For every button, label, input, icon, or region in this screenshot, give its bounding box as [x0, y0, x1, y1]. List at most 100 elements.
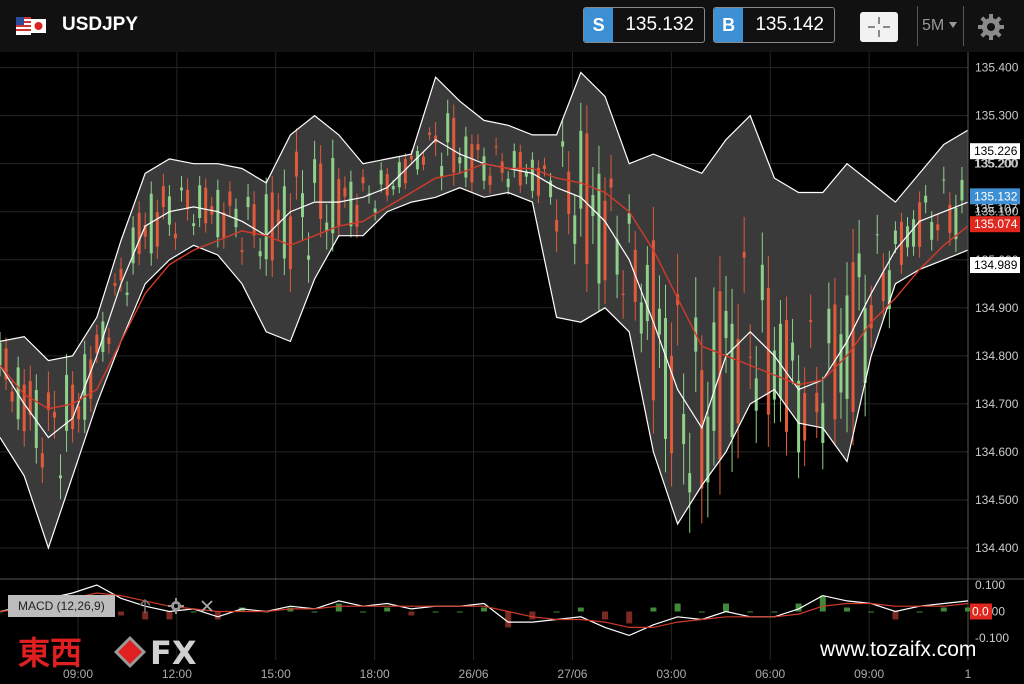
candle-body	[52, 411, 56, 418]
candle-body	[657, 308, 661, 335]
candle-body	[331, 157, 335, 234]
sell-tag: S	[584, 8, 614, 42]
candle-body	[107, 337, 111, 345]
candle-body	[778, 323, 782, 399]
candle-body	[682, 413, 686, 445]
candle-body	[343, 187, 347, 197]
timeframe-select[interactable]: 5M	[922, 17, 944, 35]
macd-histogram-bar	[868, 611, 875, 613]
candle-body	[288, 216, 292, 270]
gear-icon[interactable]	[977, 13, 1005, 41]
macd-histogram-bar	[481, 607, 487, 612]
candle-body	[95, 334, 99, 354]
sell-button[interactable]: S 135.132	[583, 7, 705, 43]
crosshair-button[interactable]	[860, 12, 898, 42]
candle-body	[736, 339, 740, 424]
macd-indicator-label[interactable]: MACD (12,26,9)	[8, 595, 115, 617]
candle-body	[512, 151, 516, 170]
price-tag: 135.200	[974, 157, 1018, 171]
time-tick-label: 06:00	[755, 667, 785, 681]
macd-value-tag: 0.0	[972, 605, 989, 619]
candle-body	[222, 212, 226, 239]
candle-body	[349, 181, 353, 227]
candle-body	[155, 212, 159, 247]
ma-value-tag: 135.074	[974, 217, 1018, 231]
time-tick-label: 27/06	[557, 667, 587, 681]
macd-histogram-bar	[408, 611, 415, 616]
candle-body	[391, 186, 395, 190]
candle-body	[869, 305, 873, 329]
candle-body	[252, 204, 256, 236]
candle-body	[71, 384, 75, 430]
symbol-title[interactable]: USDJPY	[62, 14, 138, 36]
close-icon[interactable]	[199, 598, 215, 614]
chevron-down-icon	[949, 22, 957, 28]
candle-body	[22, 384, 26, 432]
candle-body	[301, 193, 304, 218]
us-jp-flag-icon	[16, 17, 46, 35]
candle-body	[282, 186, 286, 259]
time-tick-label: 26/06	[459, 667, 489, 681]
price-tick-label: 134.900	[975, 301, 1019, 315]
macd-tick-label: -0.100	[975, 631, 1009, 645]
macd-histogram-bar	[529, 611, 536, 620]
macd-histogram-bar	[723, 603, 729, 612]
candle-body	[192, 223, 196, 227]
candle-body	[119, 268, 123, 281]
candle-body	[591, 195, 595, 216]
candle-body	[361, 177, 365, 184]
macd-histogram-bar	[384, 607, 391, 612]
candle-body	[881, 272, 885, 302]
macd-histogram-bar	[335, 603, 342, 612]
macd-axis: 0.1000.000-0.1000.0	[970, 578, 1009, 645]
candle-body	[186, 189, 190, 210]
price-tick-label: 135.400	[975, 61, 1019, 75]
buy-button[interactable]: B 135.142	[713, 7, 835, 43]
candle-body	[258, 251, 262, 257]
candle-body	[561, 141, 565, 147]
candle-body	[452, 118, 456, 173]
candle-body	[458, 157, 462, 164]
candle-body	[428, 132, 432, 135]
macd-histogram-bar	[844, 607, 850, 612]
candle-body	[373, 208, 377, 213]
candle-body	[627, 213, 631, 224]
price-tick-label: 135.300	[975, 109, 1019, 123]
macd-histogram-bar	[819, 595, 826, 612]
candle-body	[851, 262, 855, 412]
macd-histogram-bar	[577, 607, 584, 612]
candle-body	[161, 186, 165, 208]
price-chart[interactable]: 135.400135.300135.200135.100135.000134.9…	[0, 52, 1024, 684]
candle-body	[446, 113, 450, 143]
candle-body	[760, 264, 764, 301]
candle-body	[706, 416, 710, 483]
candle-body	[936, 224, 940, 231]
time-tick-label: 1	[965, 667, 972, 681]
sell-price: 135.132	[625, 14, 694, 35]
macd-histogram-bar	[456, 611, 463, 613]
macd-histogram-bar	[892, 611, 899, 620]
candle-body	[246, 196, 250, 208]
candle-body	[573, 215, 577, 244]
candle-body	[482, 156, 486, 181]
candle-body	[664, 318, 667, 439]
macd-histogram-bar	[916, 611, 923, 613]
candle-body	[645, 264, 649, 322]
candle-body	[240, 250, 244, 252]
macd-histogram-bar	[190, 611, 197, 613]
candle-body	[893, 230, 897, 244]
candle-body	[845, 295, 849, 399]
candle-body	[506, 178, 510, 188]
candle-body	[785, 320, 788, 432]
time-tick-label: 15:00	[261, 667, 291, 681]
arrow-up-icon[interactable]	[137, 598, 153, 614]
candle-body	[960, 179, 964, 201]
candle-body	[791, 342, 795, 361]
candle-body	[797, 380, 801, 453]
candle-body	[307, 255, 311, 260]
candle-body	[198, 185, 202, 219]
candle-body	[639, 302, 643, 334]
price-tick-label: 134.800	[975, 349, 1019, 363]
gear-icon[interactable]	[168, 598, 184, 614]
candle-body	[688, 473, 692, 493]
